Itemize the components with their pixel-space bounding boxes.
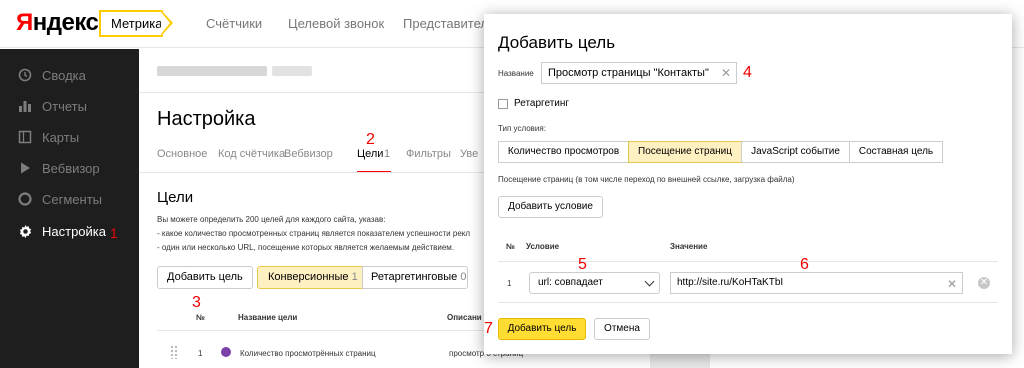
cond-type-label: Тип условия: — [498, 124, 546, 133]
tab-filters[interactable]: Фильтры — [406, 148, 451, 160]
logo-text: ндекс — [32, 9, 99, 36]
tab-goals[interactable]: Цели — [357, 148, 383, 160]
nav-call-tracking[interactable]: Целевой звонок — [288, 16, 384, 31]
submit-goal-button[interactable]: Добавить цель — [498, 318, 586, 340]
eye-icon — [221, 347, 231, 357]
col-desc-header: Описани — [447, 313, 482, 322]
nav-representative[interactable]: Представитель — [403, 16, 495, 31]
goal-name-input[interactable]: Просмотр страницы "Контакты" — [541, 62, 737, 84]
sidebar-item-segments[interactable]: Сегменты — [16, 189, 102, 209]
annotation-3: 3 — [192, 294, 201, 311]
sidebar-item-maps[interactable]: Карты — [16, 127, 79, 147]
dialog-title: Добавить цель — [498, 33, 616, 52]
col-value-header: Значение — [670, 242, 708, 251]
clock-icon — [16, 67, 34, 83]
row-num: 1 — [198, 349, 203, 358]
remove-condition-icon[interactable]: ✕ — [978, 277, 990, 289]
sidebar-item-settings[interactable]: Настройка — [16, 221, 106, 241]
add-goal-button[interactable]: Добавить цель — [157, 266, 253, 289]
condition-select[interactable]: url: совпадает — [529, 272, 660, 294]
col-num-header: № — [196, 313, 205, 322]
goals-description-line: - один или несколько URL, посещение кото… — [157, 243, 455, 252]
goals-description-line: - какое количество просмотренных страниц… — [157, 229, 471, 238]
drag-handle-icon[interactable] — [170, 345, 178, 359]
retarget-checkbox[interactable] — [498, 99, 508, 109]
bar-chart-icon — [16, 98, 34, 114]
tab-main[interactable]: Основное — [157, 148, 207, 160]
cancel-button[interactable]: Отмена — [594, 318, 650, 340]
goals-heading: Цели — [157, 189, 194, 206]
cond-tab-js-event[interactable]: JavaScript событие — [741, 141, 850, 163]
counter-name-blurred — [157, 66, 267, 76]
tab-webvisor[interactable]: Вебвизор — [284, 148, 333, 160]
cond-tab-views[interactable]: Количество просмотров — [498, 141, 629, 163]
nav-counters[interactable]: Счётчики — [206, 16, 262, 31]
page-title: Настройка — [157, 108, 256, 130]
filter-retarget[interactable]: Ретаргетинговые 0 — [362, 266, 468, 289]
name-label: Название — [498, 69, 534, 78]
annotation-4: 4 — [743, 64, 752, 81]
metrika-product-button[interactable]: Метрика — [99, 10, 163, 37]
col-condition-header: Условие — [526, 242, 560, 251]
cond-tab-pages[interactable]: Посещение страниц — [628, 141, 742, 163]
yandex-logo[interactable]: Яндекс — [16, 9, 99, 37]
annotation-7: 7 — [484, 320, 493, 337]
retarget-label: Ретаргетинг — [514, 98, 570, 109]
filter-conversion[interactable]: Конверсионные 1 — [257, 266, 363, 289]
condition-value-input[interactable]: http://site.ru/KoHTaKTbI — [670, 272, 963, 294]
play-icon — [16, 160, 34, 176]
tab-notifications[interactable]: Уве — [460, 148, 478, 160]
pie-icon — [16, 191, 34, 207]
tab-code[interactable]: Код счётчика — [218, 148, 285, 160]
gear-icon — [16, 223, 34, 239]
cond-hint: Посещение страниц (в том числе переход п… — [498, 175, 795, 184]
sidebar-item-webvisor[interactable]: Вебвизор — [16, 158, 100, 178]
add-condition-button[interactable]: Добавить условие — [498, 196, 603, 218]
row-goal-name: Количество просмотрённых страниц — [240, 349, 376, 358]
chevron-down-icon — [644, 276, 655, 287]
cond-tab-composite[interactable]: Составная цель — [849, 141, 943, 163]
annotation-2: 2 — [366, 131, 375, 148]
map-icon — [16, 129, 34, 145]
clear-icon[interactable]: ✕ — [721, 66, 731, 80]
col-name-header: Название цели — [238, 313, 298, 322]
clear-value-icon[interactable]: ✕ — [947, 277, 957, 291]
sidebar-item-summary[interactable]: Сводка — [16, 65, 86, 85]
col-num-header: № — [506, 242, 515, 251]
sidebar-item-reports[interactable]: Отчеты — [16, 96, 87, 116]
condition-row-num: 1 — [507, 279, 512, 288]
tab-goals-count: 1 — [384, 148, 391, 160]
annotation-1: 1 — [110, 225, 118, 241]
goals-description-line: Вы можете определить 200 целей для каждо… — [157, 215, 386, 224]
